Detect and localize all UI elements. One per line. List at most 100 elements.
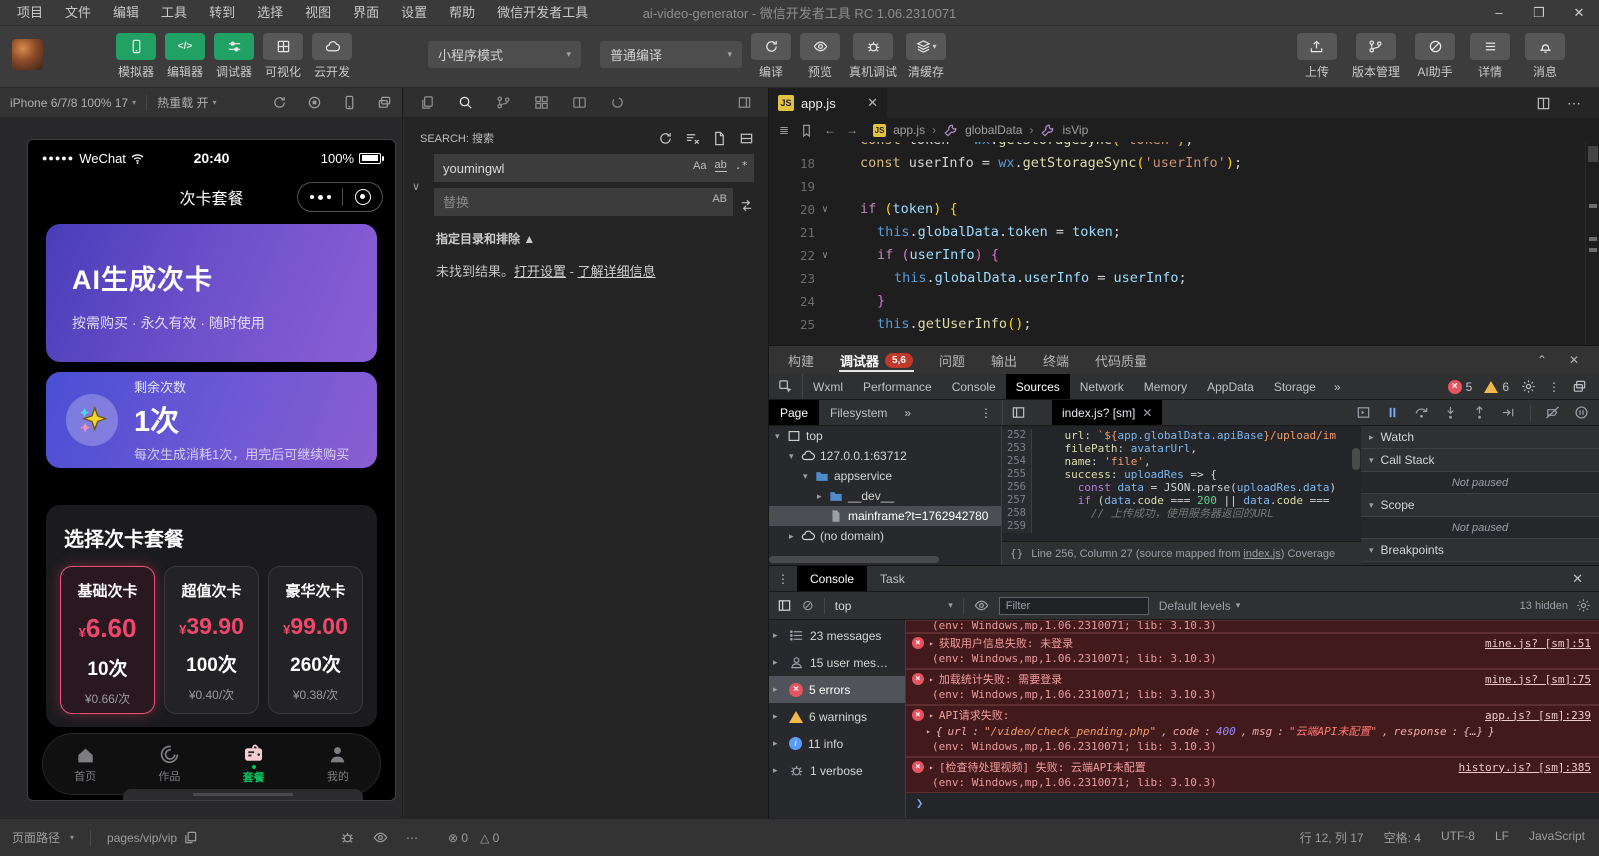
device-selector[interactable]: iPhone 6/7/8 100% 17 (10, 96, 128, 110)
console-prompt[interactable]: ❯ (906, 793, 1599, 813)
editor-scrollbar[interactable] (1585, 142, 1599, 345)
debug-section-Breakpoints[interactable]: ▾ Breakpoints (1361, 539, 1599, 562)
source-map-link[interactable]: index.js (1243, 548, 1280, 560)
devtools-tab-Storage[interactable]: Storage (1264, 374, 1326, 399)
compile-dropdown[interactable]: 普通编译 ▾ (600, 41, 742, 68)
pretty-print-icon[interactable]: {} (1010, 547, 1023, 560)
console-filter-1 verbose[interactable]: ▸ 1 verbose (769, 757, 905, 784)
inspect-icon[interactable] (769, 374, 803, 399)
live-expression-icon[interactable] (974, 598, 989, 613)
page-path-dropdown[interactable]: 页面路径 (12, 829, 60, 846)
more-tabs-icon[interactable]: » (1326, 380, 1349, 394)
statusbar-debug-icon[interactable] (340, 830, 355, 845)
menu-编辑[interactable]: 编辑 (102, 0, 150, 26)
avatar[interactable] (12, 39, 43, 70)
nav-forward-icon[interactable]: → (846, 123, 858, 138)
record-icon[interactable] (307, 95, 322, 110)
step-out-icon[interactable] (1472, 405, 1487, 420)
pause-icon[interactable] (1385, 405, 1400, 420)
whole-word-icon[interactable]: ab (714, 159, 727, 172)
tree-item-(no domain)[interactable]: ▸ (no domain) (769, 526, 1001, 546)
console-filter-input[interactable] (998, 596, 1149, 615)
toggle-replace-icon[interactable]: ∨ (412, 180, 420, 193)
nav-back-icon[interactable]: ← (824, 123, 836, 138)
tree-item-appservice[interactable]: ▾ appservice (769, 466, 1001, 486)
panel-collapse-icon[interactable]: ⌃ (1537, 353, 1547, 367)
console-close-icon[interactable]: ✕ (1572, 571, 1599, 587)
statusbar-preview-icon[interactable] (373, 830, 388, 845)
more-nav-tabs-icon[interactable]: » (898, 406, 917, 420)
replace-all-icon[interactable] (739, 198, 754, 213)
warning-count[interactable]: 6 (1502, 380, 1509, 394)
plan-card-基础次卡[interactable]: 基础次卡 ¥6.60 10次 ¥0.66/次 (60, 566, 155, 714)
collapse-results-icon[interactable] (739, 131, 754, 146)
devtools-tab-Performance[interactable]: Performance (853, 374, 942, 399)
console-source-link[interactable]: mine.js? [sm]:75 (1485, 673, 1591, 686)
console-tab-Console[interactable]: Console (797, 566, 868, 591)
tree-item-mainframe?t=1762942780[interactable]: mainframe?t=1762942780 (769, 506, 1001, 526)
problems-errors[interactable]: ⊗ 0 (448, 831, 468, 845)
devtools-tab-Console[interactable]: Console (942, 374, 1006, 399)
capsule-menu[interactable] (297, 182, 383, 212)
menu-微信开发者工具[interactable]: 微信开发者工具 (486, 0, 599, 26)
plan-card-豪华次卡[interactable]: 豪华次卡 ¥99.00 260次 ¥0.38/次 (268, 566, 363, 714)
panel-tab-代码质量[interactable]: 代码质量 (1082, 346, 1160, 374)
open-settings-link[interactable]: 打开设置 (514, 264, 566, 279)
source-file-tab[interactable]: index.js? [sm] ✕ (1052, 400, 1163, 425)
step-over-icon[interactable] (1414, 405, 1429, 420)
console-filter-11 info[interactable]: ▸ i 11 info (769, 730, 905, 757)
debug-section-Call Stack[interactable]: ▾ Call Stack (1361, 449, 1599, 472)
collapse-navigator-icon[interactable] (1011, 405, 1026, 420)
match-case-icon[interactable]: Aa (693, 160, 706, 172)
mode-dropdown[interactable]: 小程序模式 ▾ (428, 41, 581, 68)
split-editor-icon[interactable] (1536, 95, 1551, 112)
toolbar-button-版本管理[interactable]: 版本管理 (1352, 33, 1400, 80)
search-details-toggle[interactable]: 指定目录和排除 ▲ (436, 230, 752, 247)
undock-icon[interactable] (1572, 379, 1587, 394)
close-button[interactable]: ✕ (1559, 0, 1599, 25)
panel-tab-调试器[interactable]: 调试器 5,6 (827, 346, 926, 374)
menu-设置[interactable]: 设置 (390, 0, 438, 26)
console-filter-23 messages[interactable]: ▸ 23 messages (769, 622, 905, 649)
toolbar-button-AI助手[interactable]: AI助手 (1415, 33, 1455, 80)
breadcrumb-file[interactable]: app.js (893, 123, 925, 137)
toolbar-button-可视化[interactable]: 可视化 (263, 33, 303, 80)
layout-icon[interactable] (572, 95, 587, 110)
encoding-setting[interactable]: UTF-8 (1441, 829, 1475, 846)
tree-scrollbar[interactable] (769, 556, 939, 563)
search-icon[interactable] (458, 95, 473, 110)
copy-path-icon[interactable] (183, 830, 198, 845)
step-icon[interactable] (1501, 405, 1516, 420)
pause-on-exceptions-icon[interactable] (1574, 405, 1589, 420)
preserve-case-icon[interactable]: AB (712, 193, 727, 205)
deactivate-breakpoints-icon[interactable] (1545, 405, 1560, 420)
extensions-icon[interactable] (534, 95, 549, 110)
toolbar-button-编译[interactable]: 编译 (751, 33, 791, 80)
error-count[interactable]: 5 (1466, 380, 1473, 394)
cursor-position[interactable]: 行 12, 列 17 (1300, 829, 1364, 846)
phone-tab-套餐[interactable]: 套餐 (212, 734, 296, 794)
editor-more-icon[interactable]: ⋯ (1567, 95, 1581, 112)
restart-icon[interactable] (272, 95, 287, 110)
multi-window-icon[interactable] (377, 95, 392, 110)
plan-card-超值次卡[interactable]: 超值次卡 ¥39.90 100次 ¥0.40/次 (164, 566, 259, 714)
navigator-tab-Filesystem[interactable]: Filesystem (819, 400, 898, 425)
refresh-results-icon[interactable] (658, 131, 673, 146)
toolbar-button-消息[interactable]: 消息 (1525, 33, 1565, 80)
menu-帮助[interactable]: 帮助 (438, 0, 486, 26)
console-sidebar-icon[interactable] (777, 598, 792, 613)
editor-tab-appjs[interactable]: JS app.js ✕ (769, 88, 887, 118)
statusbar-more-icon[interactable]: ⋯ (406, 831, 418, 845)
console-filter-15 user mes…[interactable]: ▸ 15 user mes… (769, 649, 905, 676)
devtools-settings-icon[interactable] (1521, 379, 1536, 394)
clear-console-icon[interactable]: ⊘ (802, 597, 814, 614)
problems-warnings[interactable]: △ 0 (480, 831, 499, 845)
console-object-preview[interactable]: ▸{url: "/video/check_pending.php", code:… (912, 723, 1591, 739)
capsule-home-icon[interactable] (354, 189, 371, 205)
source-scrollbar[interactable] (1352, 448, 1360, 470)
context-selector[interactable]: top ▾ (835, 599, 953, 613)
tab-close-icon[interactable]: ✕ (1142, 406, 1152, 420)
panel-close-icon[interactable]: ✕ (1569, 353, 1579, 367)
breadcrumb-symbol[interactable]: globalData (965, 123, 1022, 137)
code-area[interactable]: const token = wx.getStorageSync('token')… (769, 142, 1585, 345)
